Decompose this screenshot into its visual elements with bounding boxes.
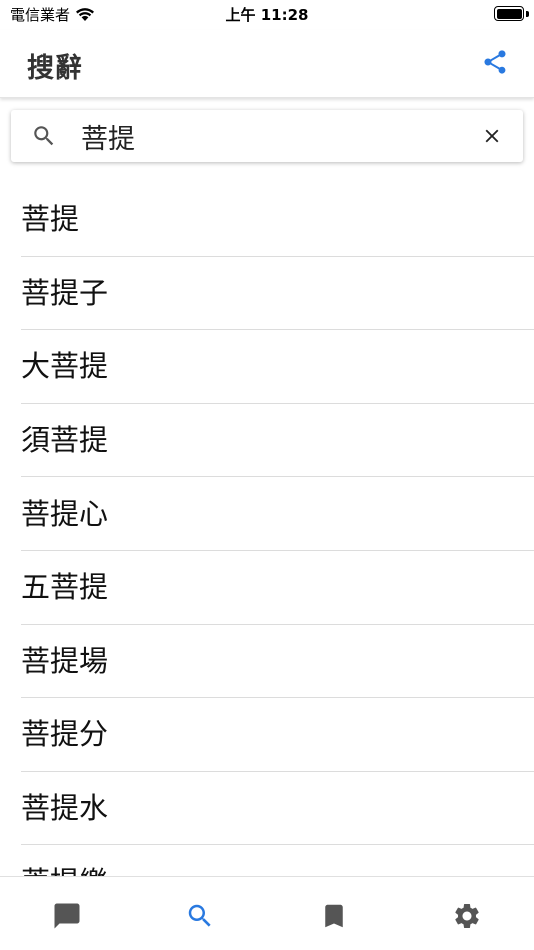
share-icon [484,50,506,74]
list-item[interactable]: 菩提樂 [21,845,534,876]
tab-bookmarks[interactable] [267,877,401,950]
status-time: 上午 11:28 [225,6,309,24]
list-item[interactable]: 菩提 [21,183,534,257]
list-item[interactable]: 菩提水 [21,772,534,846]
bookmark-icon [325,904,343,928]
tab-settings[interactable] [401,877,534,950]
results-list: 菩提 菩提子 大菩提 須菩提 菩提心 五菩提 菩提場 菩提分 菩提水 菩提樂 [0,183,534,876]
list-item[interactable]: 大菩提 [21,330,534,404]
search-input[interactable] [81,116,461,156]
close-icon [485,129,499,143]
page-title: 搜辭 [27,53,83,84]
battery-icon [494,6,524,21]
search-icon [34,126,54,146]
gear-icon [455,904,479,928]
status-bar: 電信業者 上午 11:28 [0,0,534,30]
list-item[interactable]: 菩提分 [21,698,534,772]
list-item[interactable]: 菩提心 [21,477,534,551]
chat-bubble-icon [54,903,80,929]
tab-conversations[interactable] [0,877,134,950]
search-bar [11,110,523,162]
tab-search[interactable] [134,877,268,950]
battery-cap [526,11,529,17]
share-button[interactable] [478,45,512,79]
app-bar: 搜辭 [0,30,534,98]
bottom-tab-bar [0,876,534,950]
list-item[interactable]: 菩提場 [21,625,534,699]
clear-search-button[interactable] [478,122,506,150]
list-item[interactable]: 菩提子 [21,257,534,331]
list-item[interactable]: 須菩提 [21,404,534,478]
search-icon [189,904,211,927]
list-item[interactable]: 五菩提 [21,551,534,625]
